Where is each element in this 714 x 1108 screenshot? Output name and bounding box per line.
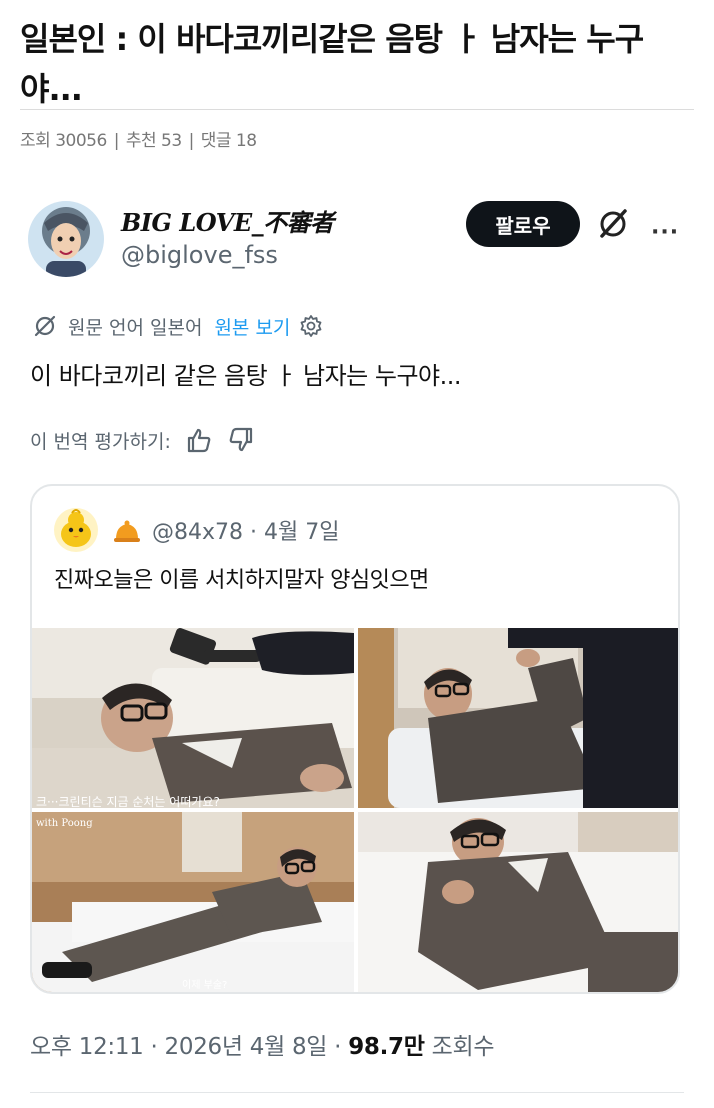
quoted-text: 진짜오늘은 이름 서치하지말자 양심잇으면 [54,568,429,593]
grok-icon[interactable] [596,207,630,241]
quoted-tweet[interactable]: @84x78 · 4월 7일 진짜오늘은 이름 서치하지말자 양심잇으면 크··… [30,484,680,994]
view-original-link[interactable]: 원본 보기 [214,313,290,340]
translate-icon [34,315,56,337]
translation-notice: 원문 언어 일본어 원본 보기 [32,312,324,340]
photo-1-caption: 크···크린티슨 지금 순처는 어떠가요? [36,795,220,808]
tweet-meta: 오후 12:11 · 2026년 4월 8일 · 98.7만 조회수 [30,1027,495,1061]
tweet-timestamp[interactable]: 오후 12:11 · 2026년 4월 8일 [30,1034,327,1060]
gear-icon[interactable] [298,313,324,339]
quoted-date[interactable]: 4월 7일 [264,520,339,545]
comments-count: 18 [235,131,257,151]
rate-translation: 이 번역 평가하기: [30,424,255,456]
post-title: 일본인 : 이 바다코끼리같은 음탕 ㅏ 남자는 누구야... [20,20,644,108]
quoted-meta: @84x78 · 4월 7일 [152,514,339,546]
views-count: 30056 [55,131,107,151]
photo-1[interactable]: 크···크린티슨 지금 순처는 어떠가요? [32,628,354,808]
title-divider [20,109,694,110]
follow-button[interactable]: 팔로우 [466,201,580,247]
thumbs-down-icon[interactable] [227,426,255,454]
quoted-handle[interactable]: @84x78 [152,520,243,545]
photo-2[interactable] [358,628,678,808]
tweet-text: 이 바다코끼리 같은 음탕 ㅏ 남자는 누구야... [30,362,462,390]
author-avatar[interactable] [28,201,104,277]
media-grid: 크···크린티슨 지금 순처는 어떠가요? with Poong 이제 부술? [32,628,678,992]
photo-4[interactable] [358,812,678,992]
post-stats: 조회 30056 | 추천 53 | 댓글 18 [20,126,257,151]
meta-dot: · [334,1034,349,1060]
stats-separator: | [113,131,120,151]
photo-3-watermark: with Poong [36,818,93,829]
thumbs-up-icon[interactable] [185,426,213,454]
photo-3[interactable]: with Poong 이제 부술? [32,812,354,992]
comments-label: 댓글 [200,131,232,151]
rate-translation-label: 이 번역 평가하기: [30,430,171,453]
bottom-divider [30,1092,684,1093]
view-count: 98.7만 [348,1034,425,1060]
author-handle[interactable]: @biglove_fss [121,241,278,269]
meta-dot: · [250,520,265,545]
bell-badge-icon [114,520,140,542]
likes-count: 53 [161,131,182,151]
likes-label: 추천 [125,131,157,151]
quoted-author-avatar[interactable] [54,508,98,552]
author-name[interactable]: BIG LOVE_不審者 [121,203,334,238]
views-label: 조회 [20,131,51,151]
more-icon[interactable]: ··· [651,222,679,244]
stats-separator: | [188,131,195,151]
translation-source-label: 원문 언어 일본어 [68,316,203,339]
photo-3-caption: 이제 부술? [182,979,227,991]
view-count-label: 조회수 [431,1034,495,1060]
